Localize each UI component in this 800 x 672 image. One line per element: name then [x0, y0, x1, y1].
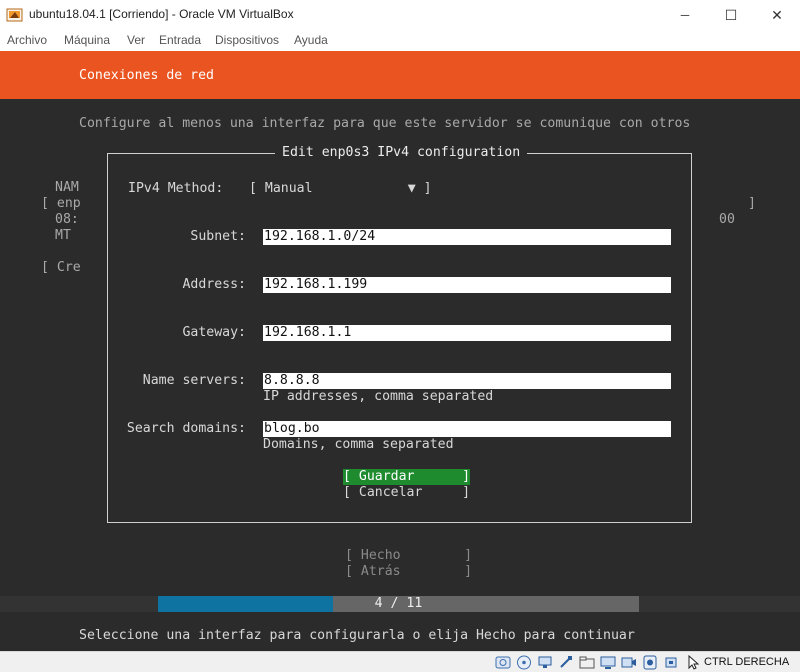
nameservers-label: Name servers: — [142, 373, 246, 388]
ipv4-config-dialog: Edit enp0s3 IPv4 configuration IPv4 Meth… — [107, 144, 692, 523]
ipv4-method-label: IPv4 Method: — [128, 181, 224, 196]
mouse-integration-icon[interactable] — [684, 655, 700, 670]
minimize-icon: ─ — [680, 8, 690, 22]
bg-column-header: NAM — [55, 180, 79, 195]
progress-text: 4 / 11 — [374, 596, 423, 611]
progress-bar: 4 / 11 — [0, 596, 800, 612]
intro-text: Configure al menos una interfaz para que… — [79, 116, 691, 131]
optical-drive-icon[interactable] — [516, 655, 532, 670]
close-button[interactable]: ✕ — [754, 2, 800, 28]
cpu-icon[interactable] — [663, 655, 679, 670]
shared-folders-icon[interactable] — [579, 655, 595, 670]
minimize-button[interactable]: ─ — [662, 2, 708, 28]
save-button[interactable]: [ Guardar ] — [343, 469, 471, 485]
back-button[interactable]: [ Atrás ] — [345, 564, 472, 580]
host-key-label: CTRL DERECHA — [704, 656, 790, 668]
virtualbox-app-icon — [6, 8, 23, 22]
menu-ver[interactable]: Ver — [127, 33, 145, 47]
bg-row-bracket: ] — [748, 196, 756, 211]
menu-maquina[interactable]: Máquina — [64, 33, 110, 47]
menu-ayuda[interactable]: Ayuda — [294, 33, 328, 47]
vm-screen[interactable]: Conexiones de red Configure al menos una… — [0, 51, 800, 651]
gateway-input[interactable]: 192.168.1.1 — [263, 325, 671, 341]
searchdomains-hint: Domains, comma separated — [263, 437, 454, 452]
searchdomains-label: Search domains: — [126, 421, 246, 436]
bg-mac-row: 08: — [55, 212, 79, 227]
close-icon: ✕ — [771, 6, 783, 23]
done-button[interactable]: [ Hecho ] — [345, 548, 472, 564]
window-titlebar: ubuntu18.04.1 [Corriendo] - Oracle VM Vi… — [0, 0, 800, 30]
maximize-icon: ☐ — [724, 6, 738, 23]
bg-row-value: 00 — [719, 212, 735, 227]
address-input[interactable]: 192.168.1.199 — [263, 277, 671, 293]
subnet-label: Subnet: — [190, 229, 246, 244]
subnet-input[interactable]: 192.168.1.0/24 — [263, 229, 671, 245]
maximize-button[interactable]: ☐ — [708, 2, 754, 28]
menu-archivo[interactable]: Archivo — [7, 33, 47, 47]
vm-status-bar: CTRL DERECHA — [0, 651, 800, 672]
searchdomains-input[interactable]: blog.bo — [263, 421, 671, 437]
window-title: ubuntu18.04.1 [Corriendo] - Oracle VM Vi… — [29, 7, 294, 21]
network-icon[interactable] — [537, 655, 553, 670]
menu-entrada[interactable]: Entrada — [159, 33, 201, 47]
bg-interface-row[interactable]: [ enp — [41, 196, 81, 212]
hard-disk-icon[interactable] — [495, 655, 511, 670]
usb-icon[interactable] — [558, 655, 574, 670]
display-icon[interactable] — [600, 655, 616, 670]
menu-dispositivos[interactable]: Dispositivos — [215, 33, 279, 47]
bg-mtu-row: MT — [55, 228, 71, 243]
recording-icon[interactable] — [642, 655, 658, 670]
ipv4-method-select[interactable]: [ Manual ▼ ] — [249, 181, 432, 197]
bg-create-button[interactable]: [ Cre — [41, 260, 81, 276]
video-capture-icon[interactable] — [621, 655, 637, 670]
installer-header: Conexiones de red — [0, 51, 800, 99]
menu-bar: Archivo Máquina Ver Entrada Dispositivos… — [0, 30, 800, 51]
dialog-title: Edit enp0s3 IPv4 configuration — [275, 144, 528, 162]
page-title: Conexiones de red — [79, 68, 214, 83]
cancel-button[interactable]: [ Cancelar ] — [343, 485, 470, 501]
gateway-label: Gateway: — [182, 325, 246, 340]
footer-help-text: Seleccione una interfaz para configurarl… — [79, 628, 635, 643]
nameservers-hint: IP addresses, comma separated — [263, 389, 494, 404]
address-label: Address: — [182, 277, 246, 292]
nameservers-input[interactable]: 8.8.8.8 — [263, 373, 671, 389]
progress-track: 4 / 11 — [158, 596, 639, 612]
